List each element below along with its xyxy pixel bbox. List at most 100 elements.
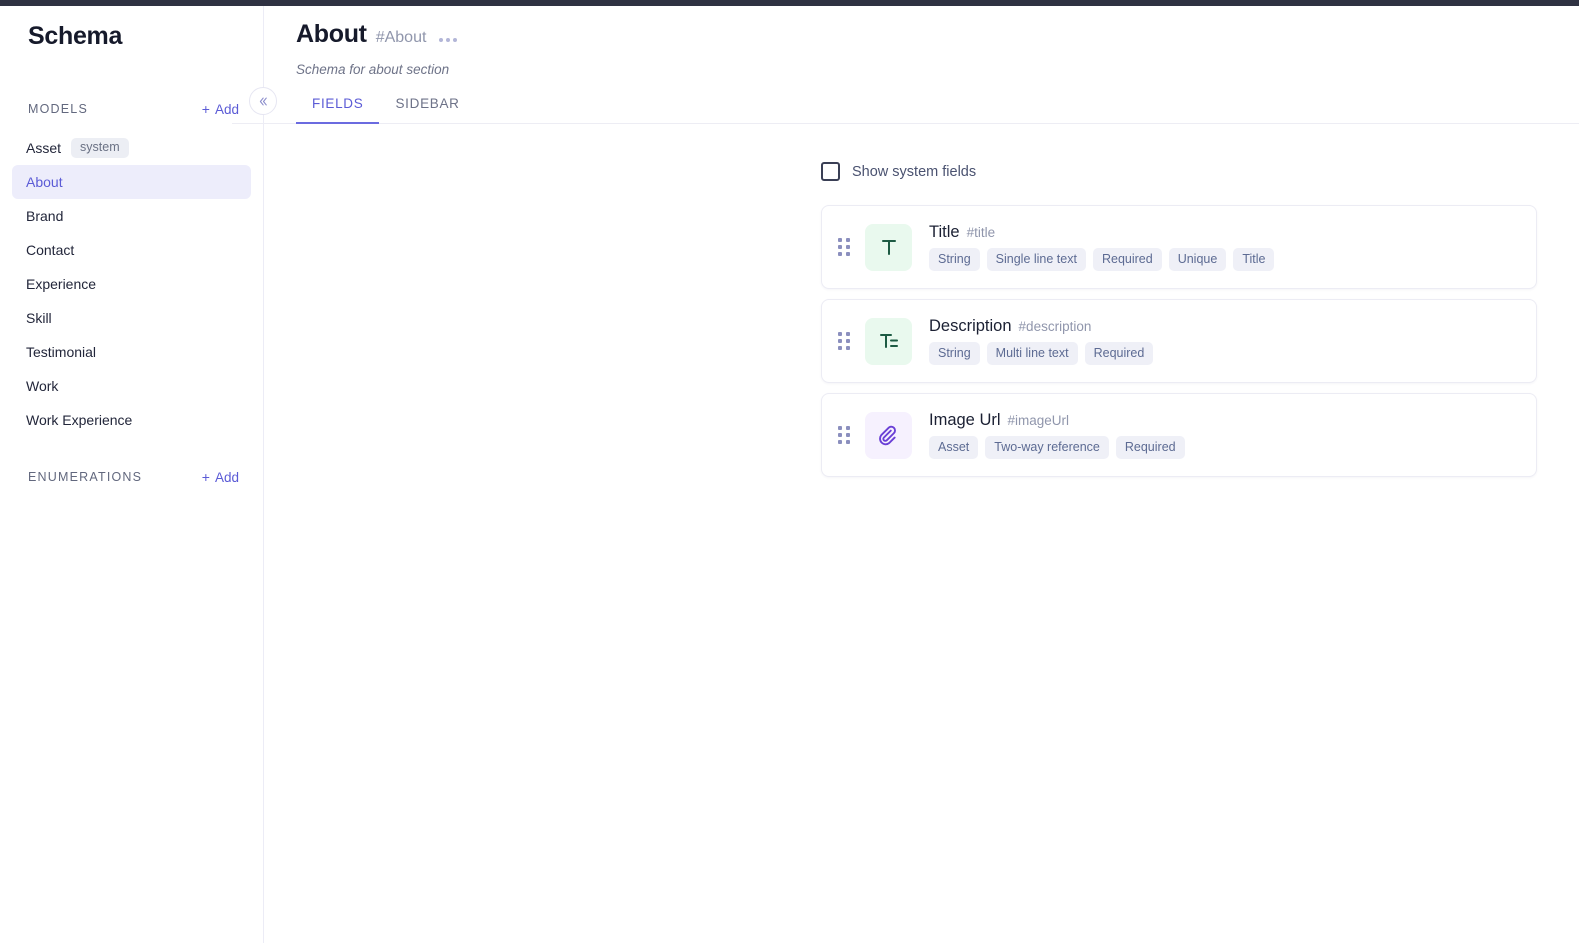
sidebar-item-label: Contact bbox=[26, 242, 75, 258]
drag-dot bbox=[846, 238, 850, 242]
ellipsis-horizontal-icon bbox=[439, 38, 444, 42]
show-system-fields-label: Show system fields bbox=[852, 163, 977, 180]
paperclip-icon bbox=[865, 411, 912, 459]
sidebar-item-label: Asset bbox=[26, 140, 62, 156]
sidebar-item-contact[interactable]: Contact bbox=[12, 233, 251, 267]
main-header: About #About Schema for about section bbox=[264, 6, 1579, 77]
field-tag-row: Asset Two-way reference Required bbox=[929, 436, 1185, 459]
show-system-fields-checkbox[interactable] bbox=[821, 162, 840, 181]
ellipsis-horizontal-icon bbox=[446, 38, 451, 42]
drag-dot bbox=[838, 440, 842, 444]
drag-dot bbox=[838, 252, 842, 256]
sidebar-item-work-experience[interactable]: Work Experience bbox=[12, 403, 251, 437]
field-tag-row: String Single line text Required Unique Titl… bbox=[929, 248, 1275, 271]
field-slug: #description bbox=[1018, 319, 1092, 335]
sidebar-item-experience[interactable]: Experience bbox=[12, 267, 251, 301]
field-slug: #imageUrl bbox=[1007, 413, 1070, 429]
page-title: About bbox=[296, 20, 367, 48]
model-options-button[interactable] bbox=[435, 38, 461, 46]
drag-dot bbox=[838, 332, 842, 336]
field-tag: Two-way reference bbox=[985, 436, 1109, 459]
drag-dot bbox=[846, 426, 850, 430]
tab-fields[interactable]: FIELDS bbox=[296, 96, 380, 124]
text-single-line-icon bbox=[865, 223, 912, 271]
sidebar-collapse-button[interactable] bbox=[249, 87, 277, 115]
model-list: Asset system About Brand Contact Experience Sk… bbox=[0, 131, 263, 437]
plus-icon: + bbox=[201, 469, 210, 485]
drag-dot bbox=[846, 245, 850, 249]
field-tag: String bbox=[929, 248, 980, 271]
field-body: Image Url #imageUrl Asset Two-way reference… bbox=[929, 411, 1185, 459]
field-tag: Required bbox=[1115, 436, 1185, 459]
drag-handle-icon[interactable] bbox=[838, 426, 852, 444]
field-name: Image Url bbox=[929, 411, 1001, 430]
field-card[interactable]: Title #title String Single line text Require… bbox=[821, 205, 1537, 289]
field-name-row: Description #description bbox=[929, 317, 1153, 336]
field-tag: String bbox=[929, 342, 980, 365]
field-tag-row: String Multi line text Required bbox=[929, 342, 1154, 365]
tab-bar: FIELDS SIDEBAR bbox=[232, 96, 1579, 124]
field-tag: Title bbox=[1233, 248, 1275, 271]
field-slug: #title bbox=[966, 225, 996, 241]
add-enumeration-label: Add bbox=[214, 469, 239, 485]
page-slug: #About bbox=[375, 29, 427, 46]
drag-dot bbox=[846, 346, 850, 350]
field-tag: Unique bbox=[1168, 248, 1227, 271]
sidebar-item-skill[interactable]: Skill bbox=[12, 301, 251, 335]
page-title-row: About #About bbox=[296, 20, 1579, 49]
sidebar-item-asset[interactable]: Asset system bbox=[12, 131, 251, 165]
main-panel: About #About Schema for about section FI… bbox=[232, 6, 1579, 943]
add-enumeration-button[interactable]: + Add bbox=[202, 470, 239, 485]
app-root: Schema MODELS + Add Asset system About Bran… bbox=[0, 6, 1579, 943]
field-name: Title bbox=[929, 223, 960, 242]
field-card-list: Title #title String Single line text Require… bbox=[821, 205, 1537, 477]
drag-handle-icon[interactable] bbox=[838, 238, 852, 256]
field-body: Title #title String Single line text Require… bbox=[929, 223, 1275, 271]
sidebar-item-about[interactable]: About bbox=[12, 165, 251, 199]
fields-container: Show system fields Title #title String Sing… bbox=[821, 162, 1537, 477]
chevron-double-left-icon bbox=[259, 97, 267, 105]
drag-dot bbox=[846, 339, 850, 343]
drag-dot bbox=[838, 339, 842, 343]
field-tag: Required bbox=[1084, 342, 1154, 365]
sidebar-item-label: Testimonial bbox=[26, 344, 97, 360]
sidebar-item-testimonial[interactable]: Testimonial bbox=[12, 335, 251, 369]
drag-dot bbox=[838, 238, 842, 242]
field-name-row: Image Url #imageUrl bbox=[929, 411, 1185, 430]
sidebar-item-work[interactable]: Work bbox=[12, 369, 251, 403]
drag-dot bbox=[838, 346, 842, 350]
enumerations-section-label: ENUMERATIONS bbox=[28, 470, 143, 484]
field-name-row: Title #title bbox=[929, 223, 1274, 242]
tab-list: FIELDS SIDEBAR bbox=[264, 96, 476, 124]
field-tag: Asset bbox=[929, 436, 979, 459]
sidebar-item-label: Work bbox=[26, 378, 59, 394]
sidebar-item-label: Experience bbox=[26, 276, 97, 292]
field-card[interactable]: Image Url #imageUrl Asset Two-way reference… bbox=[821, 393, 1537, 477]
sidebar-item-label: Skill bbox=[26, 310, 52, 326]
sidebar-item-brand[interactable]: Brand bbox=[12, 199, 251, 233]
drag-dot bbox=[846, 332, 850, 336]
drag-dot bbox=[846, 433, 850, 437]
system-badge: system bbox=[71, 138, 129, 158]
ellipsis-horizontal-icon bbox=[453, 38, 458, 42]
drag-dot bbox=[838, 245, 842, 249]
page-description: Schema for about section bbox=[296, 62, 450, 77]
content-area: Show system fields Title #title String Sing… bbox=[264, 124, 1579, 477]
field-tag: Multi line text bbox=[986, 342, 1078, 365]
drag-dot bbox=[838, 426, 842, 430]
models-section-header: MODELS + Add bbox=[0, 95, 263, 123]
enumerations-section-header: ENUMERATIONS + Add bbox=[0, 463, 263, 491]
field-card[interactable]: Description #description String Multi line … bbox=[821, 299, 1537, 383]
models-section-label: MODELS bbox=[28, 102, 88, 116]
field-name: Description bbox=[929, 317, 1012, 336]
sidebar-title: Schema bbox=[28, 22, 123, 50]
field-tag: Single line text bbox=[986, 248, 1086, 271]
drag-dot bbox=[838, 433, 842, 437]
sidebar-item-label: Brand bbox=[26, 208, 64, 224]
sidebar: Schema MODELS + Add Asset system About Bran… bbox=[0, 6, 277, 943]
show-system-fields-toggle[interactable]: Show system fields bbox=[821, 162, 1537, 181]
field-body: Description #description String Multi line … bbox=[929, 317, 1154, 365]
sidebar-item-label: About bbox=[26, 174, 63, 190]
drag-handle-icon[interactable] bbox=[838, 332, 852, 350]
tab-sidebar[interactable]: SIDEBAR bbox=[379, 96, 475, 124]
